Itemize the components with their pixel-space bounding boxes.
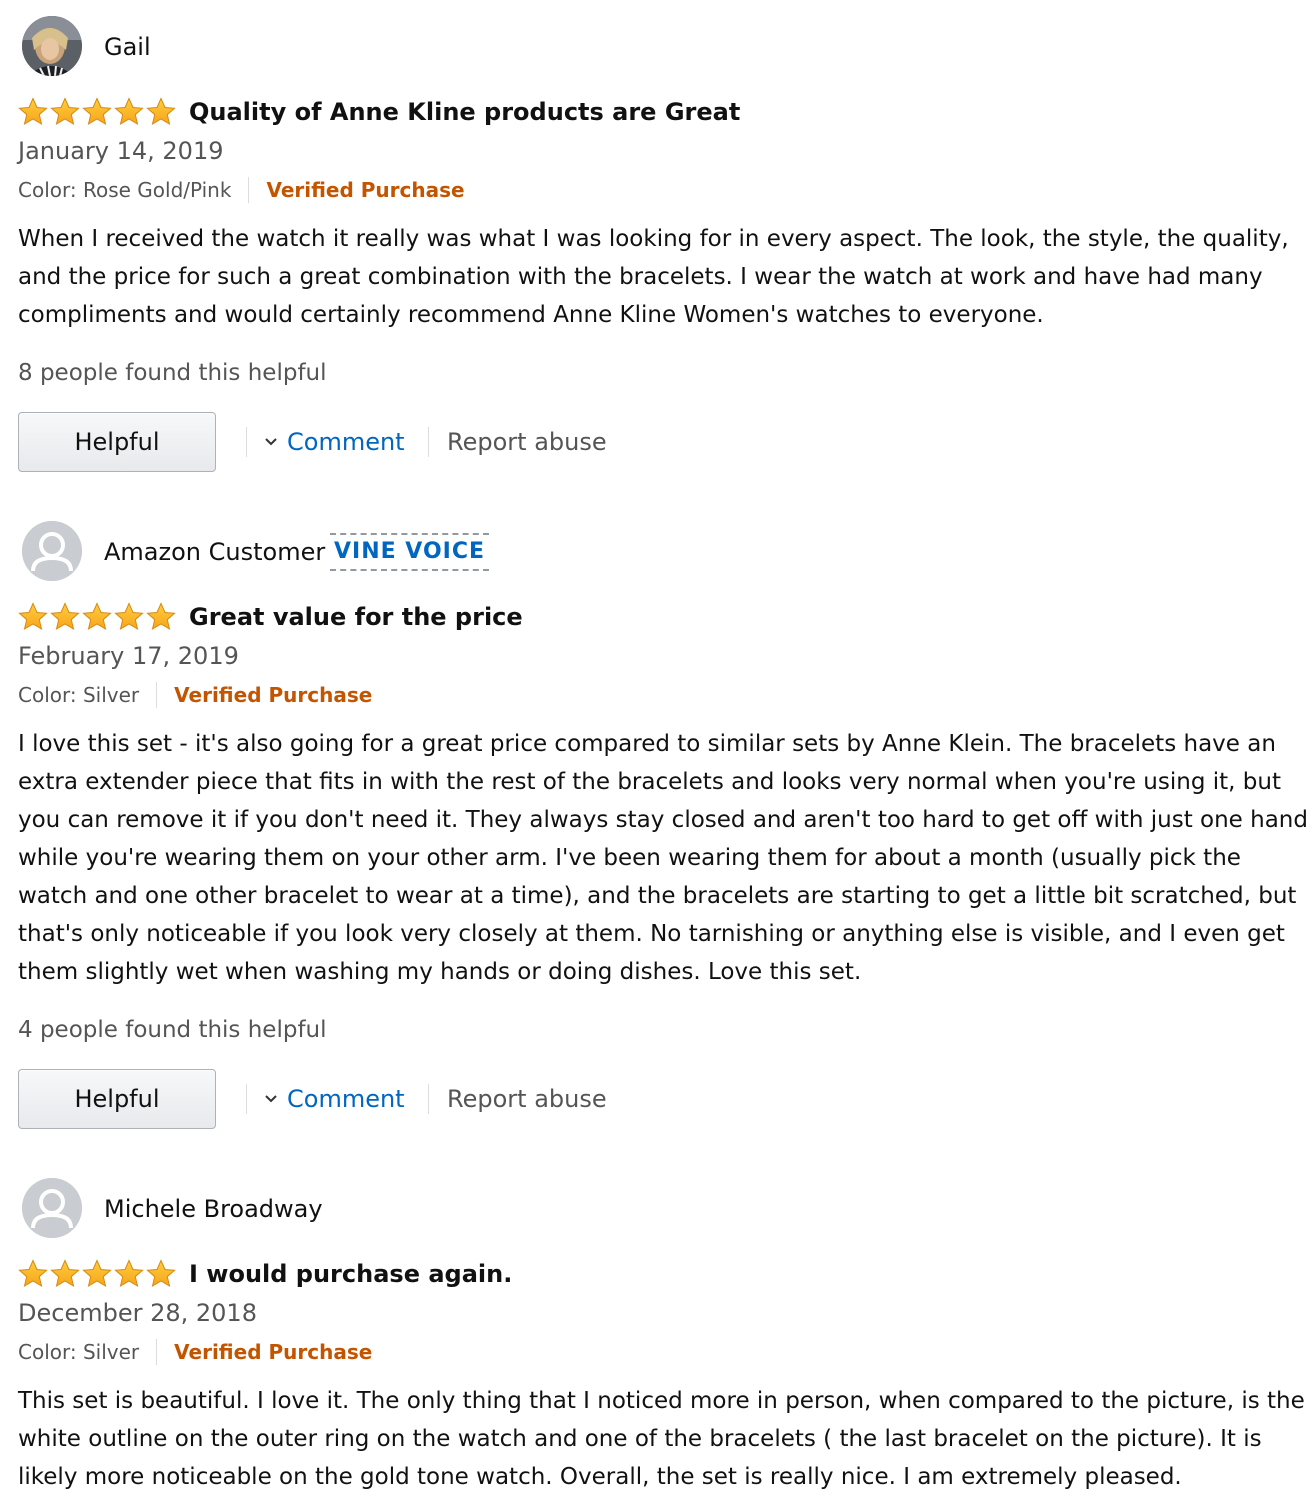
divider bbox=[156, 1339, 158, 1365]
report-abuse-link[interactable]: Report abuse bbox=[447, 1084, 607, 1114]
helpful-button[interactable]: Helpful bbox=[18, 412, 216, 472]
helpful-count: 8 people found this helpful bbox=[18, 360, 327, 386]
default-avatar[interactable] bbox=[22, 1178, 82, 1238]
comment-link[interactable]: Comment bbox=[264, 1084, 405, 1114]
divider bbox=[428, 427, 429, 457]
comment-link[interactable]: Comment bbox=[264, 427, 405, 457]
star-rating[interactable] bbox=[18, 97, 176, 127]
user-avatar[interactable] bbox=[22, 16, 82, 76]
chevron-down-icon bbox=[265, 438, 277, 446]
divider bbox=[156, 682, 158, 708]
helpful-count: 4 people found this helpful bbox=[18, 1017, 327, 1043]
helpful-button[interactable]: Helpful bbox=[18, 1069, 216, 1129]
verified-purchase-badge: Verified Purchase bbox=[266, 178, 465, 202]
product-variant[interactable]: Color: Silver bbox=[18, 1339, 139, 1365]
star-rating[interactable] bbox=[18, 602, 176, 632]
verified-purchase-badge: Verified Purchase bbox=[174, 1340, 373, 1364]
comment-label[interactable]: Comment bbox=[287, 427, 405, 457]
review-meta: Color: Silver Verified Purchase bbox=[18, 682, 372, 708]
review-body: This set is beautiful. I love it. The on… bbox=[18, 1388, 1305, 1490]
review-body: I love this set - it's also going for a … bbox=[18, 731, 1308, 985]
product-variant[interactable]: Color: Rose Gold/Pink bbox=[18, 177, 231, 203]
comment-label[interactable]: Comment bbox=[287, 1084, 405, 1114]
reviewer-name[interactable]: Michele Broadway bbox=[104, 1194, 323, 1224]
verified-purchase-badge: Verified Purchase bbox=[174, 683, 373, 707]
divider bbox=[428, 1084, 429, 1114]
default-avatar[interactable] bbox=[22, 521, 82, 581]
review-date: December 28, 2018 bbox=[18, 1299, 257, 1327]
review-date: January 14, 2019 bbox=[18, 137, 224, 165]
five-stars-icon bbox=[19, 98, 175, 125]
report-abuse-link[interactable]: Report abuse bbox=[447, 427, 607, 457]
review-meta: Color: Silver Verified Purchase bbox=[18, 1339, 372, 1365]
divider bbox=[248, 177, 250, 203]
star-rating[interactable] bbox=[18, 1259, 176, 1289]
chevron-down-icon bbox=[265, 1095, 277, 1103]
divider bbox=[246, 1084, 247, 1114]
product-variant[interactable]: Color: Silver bbox=[18, 682, 139, 708]
five-stars-icon bbox=[19, 1260, 175, 1287]
review-title[interactable]: Quality of Anne Kline products are Great bbox=[189, 97, 740, 127]
five-stars-icon bbox=[19, 603, 175, 630]
vine-voice-badge[interactable]: VINE VOICE bbox=[330, 533, 490, 571]
review-date: February 17, 2019 bbox=[18, 642, 239, 670]
review-meta: Color: Rose Gold/Pink Verified Purchase bbox=[18, 177, 465, 203]
review-title[interactable]: I would purchase again. bbox=[189, 1259, 512, 1289]
divider bbox=[246, 427, 247, 457]
review-title[interactable]: Great value for the price bbox=[189, 602, 523, 632]
reviewer-name[interactable]: Gail bbox=[104, 32, 151, 62]
reviewer-name[interactable]: Amazon Customer bbox=[104, 537, 325, 567]
review-body: When I received the watch it really was … bbox=[18, 226, 1289, 328]
